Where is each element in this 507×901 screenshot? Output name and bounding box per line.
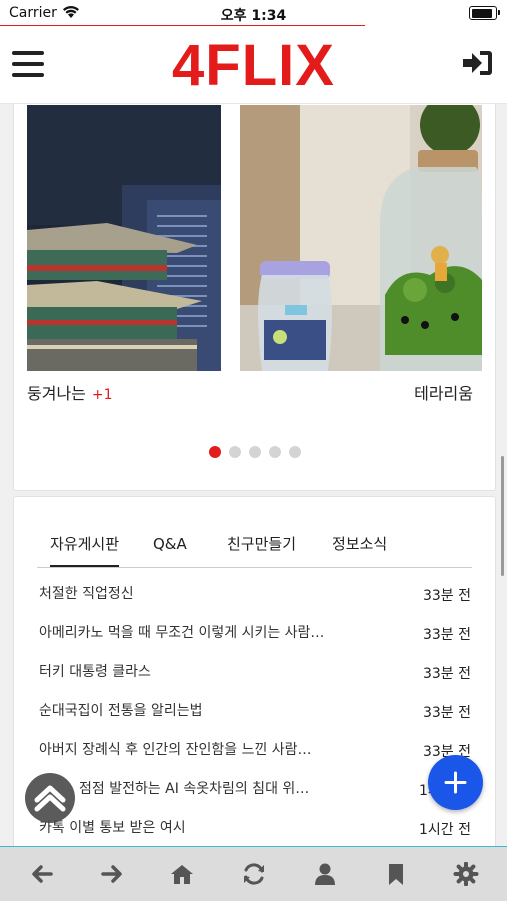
post-item[interactable]: 순대국집이 전통을 알리는법 33분 전	[39, 700, 471, 722]
carousel-slide-image[interactable]	[27, 105, 221, 371]
app-header: 4FLIX	[0, 26, 507, 104]
tab-qna[interactable]: Q&A	[153, 533, 187, 565]
carousel-card[interactable]: 둥겨나는 +1 테라리움	[13, 104, 496, 491]
status-bar: Carrier 오후 1:34	[0, 0, 507, 26]
board-card: 자유게시판 Q&A 친구만들기 정보소식 처절한 직업정신 33분 전 아메리카…	[13, 496, 496, 846]
carousel-dot[interactable]	[208, 446, 221, 458]
carousel-pagination[interactable]	[14, 443, 495, 462]
settings-icon[interactable]	[453, 862, 479, 886]
post-title[interactable]: 아메리카노 먹을 때 무조건 이렇게 시키는 사람…	[39, 622, 324, 642]
carousel-dot[interactable]	[288, 446, 301, 458]
board-tabs: 자유게시판 Q&A 친구만들기 정보소식	[37, 533, 472, 568]
forward-icon[interactable]	[99, 862, 125, 886]
post-time: 33분 전	[422, 588, 471, 604]
post-item[interactable]: 점점 발전하는 AI 속옷차림의 침대 위… 1시간 전	[39, 778, 471, 800]
scrollbar[interactable]	[501, 456, 504, 576]
refresh-icon[interactable]	[241, 862, 267, 886]
tab-free-board[interactable]: 자유게시판	[50, 533, 120, 567]
post-item[interactable]: 터키 대통령 클라스 33분 전	[39, 661, 471, 683]
plus-icon	[444, 771, 467, 794]
back-icon[interactable]	[29, 862, 55, 886]
carousel-caption: 둥겨나는 +1	[27, 380, 113, 404]
user-icon[interactable]	[312, 862, 338, 886]
post-item[interactable]: 아버지 장례식 후 인간의 잔인함을 느낀 사람… 33분 전	[39, 739, 471, 761]
scroll-top-button[interactable]	[25, 773, 75, 823]
carousel-dot[interactable]	[248, 446, 261, 458]
carousel-dot[interactable]	[228, 446, 241, 458]
login-icon[interactable]	[461, 48, 495, 78]
carousel-slide-image[interactable]	[240, 105, 482, 371]
battery-icon	[469, 6, 500, 20]
post-title[interactable]: 순대국집이 전통을 알리는법	[39, 700, 202, 720]
clock: 오후 1:34	[220, 8, 287, 24]
post-time: 1시간 전	[419, 822, 471, 838]
carousel-caption-text: 둥겨나는	[27, 384, 86, 403]
post-time: 33분 전	[422, 705, 471, 721]
comment-count: +1	[91, 387, 113, 403]
tab-make-friends[interactable]: 친구만들기	[227, 533, 296, 565]
post-item[interactable]: 아메리카노 먹을 때 무조건 이렇게 시키는 사람… 33분 전	[39, 622, 471, 644]
add-post-button[interactable]	[428, 755, 483, 810]
main-content[interactable]: 둥겨나는 +1 테라리움 자유게시판 Q&A 친구만들기 정보소식 처절한 직업…	[0, 104, 507, 846]
post-item[interactable]: 처절한 직업정신 33분 전	[39, 583, 471, 605]
home-icon[interactable]	[169, 862, 195, 886]
post-title[interactable]: 점점 발전하는 AI 속옷차림의 침대 위…	[79, 778, 309, 798]
post-time: 33분 전	[422, 627, 471, 643]
post-title[interactable]: 처절한 직업정신	[39, 583, 134, 603]
tab-news[interactable]: 정보소식	[332, 533, 387, 565]
post-item[interactable]: 카톡 이별 통보 받은 여시 1시간 전	[39, 817, 471, 839]
carousel-dot[interactable]	[268, 446, 281, 458]
bottom-toolbar	[0, 846, 507, 901]
post-time: 33분 전	[422, 666, 471, 682]
carousel-caption: 테라리움	[414, 384, 473, 403]
post-title[interactable]: 터키 대통령 클라스	[39, 661, 151, 681]
post-title[interactable]: 아버지 장례식 후 인간의 잔인함을 느낀 사람…	[39, 739, 312, 759]
app-logo[interactable]: 4FLIX	[0, 32, 507, 99]
bookmark-icon[interactable]	[383, 862, 409, 886]
chevron-up-icon	[34, 785, 66, 812]
